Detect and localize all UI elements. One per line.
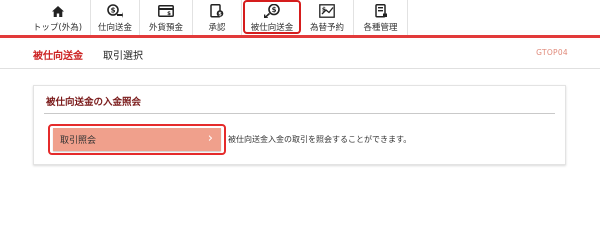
nav-item-incoming-remittance[interactable]: $ 被仕向送金 (243, 0, 301, 34)
svg-text:$: $ (218, 12, 222, 18)
nav-label: 被仕向送金 (250, 23, 294, 33)
svg-text:$: $ (111, 7, 116, 15)
nav-label: 為替予約 (309, 23, 344, 33)
nav-item-management[interactable]: 各種管理 (354, 0, 408, 35)
management-icon (354, 4, 407, 18)
breadcrumb: 被仕向送金 取引選択 GTOP04 (0, 38, 600, 68)
nav-label: 承認 (208, 23, 226, 33)
nav-label: 仕向送金 (97, 23, 132, 33)
svg-text:$: $ (272, 6, 277, 14)
divider (0, 68, 600, 69)
forex-contract-icon: $ (301, 4, 353, 18)
nav-item-forex-contract[interactable]: $ 為替予約 (301, 0, 354, 35)
incoming-remittance-icon: $ (245, 4, 299, 18)
chevron-right-icon: › (207, 131, 213, 146)
nav-item-outgoing-remittance[interactable]: $ 仕向送金 (91, 0, 140, 35)
nav-label: 各種管理 (363, 23, 398, 33)
outgoing-remittance-icon: $ (91, 4, 139, 18)
nav-label: トップ(外為) (32, 23, 83, 33)
home-icon (25, 4, 90, 18)
breadcrumb-current: 被仕向送金 (33, 51, 83, 62)
foreign-deposit-icon: $ (140, 4, 192, 18)
breadcrumb-next: 取引選択 (103, 51, 143, 62)
button-label: 取引照会 (60, 136, 97, 146)
nav-item-top[interactable]: トップ(外為) (25, 0, 91, 35)
top-navigation: トップ(外為) $ 仕向送金 $ 外貨預金 $ 承認 $ 被仕向送金 $ 為替予… (0, 0, 600, 38)
nav-item-approval[interactable]: $ 承認 (193, 0, 242, 35)
nav-label: 外貨預金 (148, 23, 183, 33)
divider (44, 113, 555, 114)
action-description: 被仕向送金入金の取引を照会することができます。 (228, 135, 412, 144)
nav-item-foreign-deposit[interactable]: $ 外貨預金 (140, 0, 193, 35)
card-title: 被仕向送金の入金照会 (46, 97, 142, 108)
screen-id: GTOP04 (536, 48, 568, 57)
svg-text:$: $ (167, 11, 171, 17)
approval-icon: $ (193, 4, 241, 18)
inquiry-card: 被仕向送金の入金照会 取引照会 › 被仕向送金入金の取引を照会することができます… (33, 85, 566, 165)
transaction-inquiry-button[interactable]: 取引照会 › (53, 128, 221, 151)
highlight-outline: 取引照会 › (48, 124, 226, 155)
